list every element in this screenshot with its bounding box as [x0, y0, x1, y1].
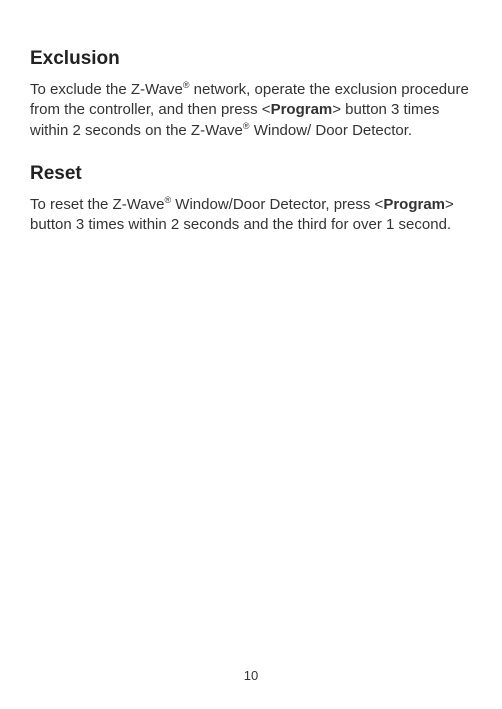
text-run: Window/Door Detector, press < [171, 196, 383, 213]
program-label: Program [271, 101, 333, 118]
section-paragraph-reset: To reset the Z-Wave® Window/Door Detecto… [30, 195, 472, 236]
program-label: Program [383, 196, 445, 213]
registered-mark: ® [243, 121, 250, 131]
section-heading-exclusion: Exclusion [30, 48, 472, 70]
text-run: To exclude the Z-Wave [30, 81, 183, 98]
text-run: Window/ Door Detector. [250, 122, 413, 139]
content-area: Exclusion To exclude the Z-Wave® network… [30, 48, 472, 235]
text-run: To reset the Z-Wave [30, 196, 165, 213]
section-heading-reset: Reset [30, 163, 472, 185]
page-number: 10 [0, 668, 502, 683]
section-paragraph-exclusion: To exclude the Z-Wave® network, operate … [30, 80, 472, 141]
